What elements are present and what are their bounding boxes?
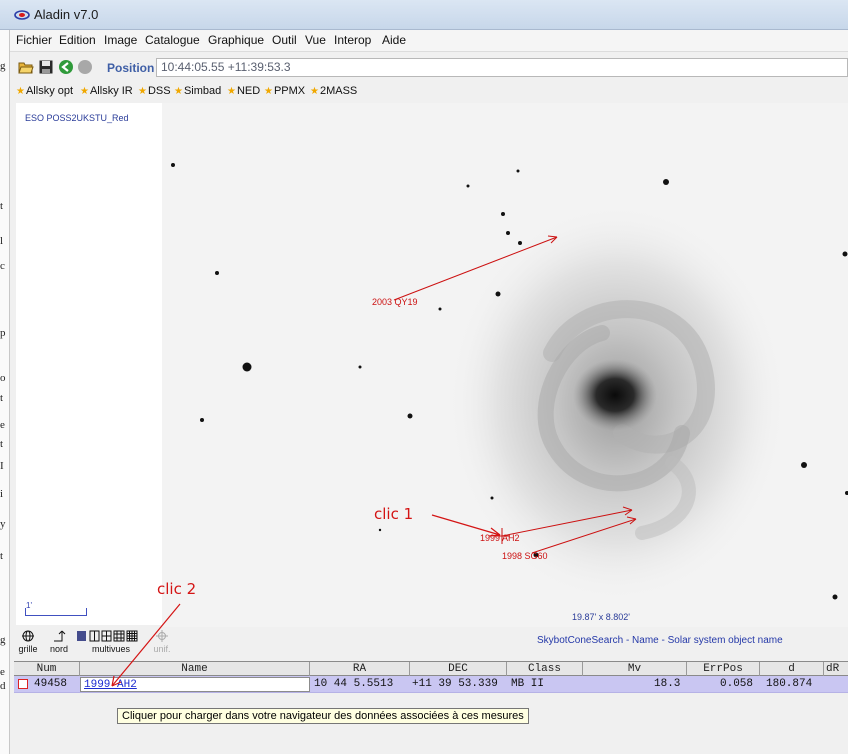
menu-vue[interactable]: Vue	[305, 33, 326, 47]
north-button[interactable]: nord	[46, 630, 72, 654]
back-arrow-icon[interactable]	[58, 59, 74, 75]
north-arrow-icon	[54, 630, 66, 642]
menu-interop[interactable]: Interop	[334, 33, 371, 47]
background-char: t	[0, 392, 4, 404]
name-link[interactable]: 1999 AH2	[84, 678, 137, 692]
menu-aide[interactable]: Aide	[382, 33, 406, 47]
tooltip: Cliquer pour charger dans votre navigate…	[117, 708, 529, 724]
scale-bar	[25, 608, 87, 616]
crosshair-icon	[156, 630, 168, 642]
grid-icon	[22, 630, 34, 642]
background-char: d	[0, 680, 6, 692]
star-icon: ★	[310, 86, 319, 97]
star-icon: ★	[138, 86, 147, 97]
background-char: o	[0, 372, 6, 384]
col-errpos[interactable]: ErrPos	[687, 662, 760, 676]
table-header: Num Name RA DEC Class Mv ErrPos d dR	[14, 661, 848, 676]
background-char: c	[0, 260, 5, 272]
title-bar: Aladin v7.0	[0, 0, 848, 30]
aladin-window: Aladin v7.0 gtlcpotetIiytged Fichier Edi…	[0, 0, 848, 754]
menu-graphique[interactable]: Graphique	[208, 33, 264, 47]
menu-fichier[interactable]: Fichier	[16, 33, 52, 47]
star-icon: ★	[174, 86, 183, 97]
background-char: e	[0, 419, 5, 431]
background-char: t	[0, 200, 4, 212]
background-char: I	[0, 460, 4, 472]
star-icon: ★	[264, 86, 273, 97]
col-ra[interactable]: RA	[310, 662, 410, 676]
survey-ned[interactable]: ★NED	[227, 85, 260, 97]
survey-2mass[interactable]: ★2MASS	[310, 85, 357, 97]
status-message: SkybotConeSearch - Name - Solar system o…	[537, 635, 783, 646]
background-char: l	[0, 235, 4, 247]
annotation-clic1: clic 1	[374, 505, 413, 523]
cell-dec: +11 39 53.339	[412, 678, 498, 690]
col-dec[interactable]: DEC	[410, 662, 507, 676]
star-icon: ★	[80, 86, 89, 97]
col-dr[interactable]: dR	[824, 662, 848, 676]
background-char: t	[0, 550, 4, 562]
survey-simbad[interactable]: ★Simbad	[174, 85, 221, 97]
aladin-logo-icon	[14, 10, 30, 20]
cell-ra: 10 44 5.5513	[314, 678, 394, 690]
cell-d: 180.874	[766, 678, 813, 690]
survey-ppmx[interactable]: ★PPMX	[264, 85, 305, 97]
menu-catalogue[interactable]: Catalogue	[145, 33, 200, 47]
cell-class: MB II	[511, 678, 545, 690]
menu-edition[interactable]: Edition	[59, 33, 96, 47]
background-char: p	[0, 327, 6, 339]
survey-dss[interactable]: ★DSS	[138, 85, 171, 97]
background-char: g	[0, 634, 6, 646]
background-window-strip: gtlcpotetIiytged	[0, 30, 10, 754]
background-char: t	[0, 438, 4, 450]
col-class[interactable]: Class	[507, 662, 583, 676]
survey-bar: ★Allsky opt ★Allsky IR ★DSS ★Simbad ★NED…	[10, 83, 848, 101]
save-icon[interactable]	[38, 59, 54, 75]
open-folder-icon[interactable]	[18, 59, 34, 75]
toolbar: Position 10:44:05.55 +11:39:53.3	[10, 53, 848, 81]
background-char: y	[0, 518, 6, 530]
table-row[interactable]: 49458 1999 AH2 10 44 5.5513 +11 39 53.33…	[14, 676, 848, 693]
menu-outil[interactable]: Outil	[272, 33, 297, 47]
stop-icon[interactable]	[77, 59, 93, 75]
star-icon: ★	[16, 86, 25, 97]
menu-image[interactable]: Image	[104, 33, 137, 47]
main-frame: Fichier Edition Image Catalogue Graphiqu…	[10, 30, 848, 754]
cell-mv: 18.3	[654, 678, 681, 690]
multiview-icon	[77, 630, 138, 642]
position-input[interactable]: 10:44:05.55 +11:39:53.3	[156, 58, 848, 77]
plane-stack-panel[interactable]: ESO POSS2UKSTU_Red 1'	[16, 103, 162, 625]
survey-allsky-ir[interactable]: ★Allsky IR	[80, 85, 133, 97]
image-view[interactable]: 2003 QY19 1999 AH2 1998 SG60 clic 1 19.8…	[162, 103, 848, 627]
col-mv[interactable]: Mv	[583, 662, 687, 676]
background-char: e	[0, 666, 5, 678]
grid-button[interactable]: grille	[14, 630, 42, 654]
annotation-clic2: clic 2	[157, 580, 197, 598]
menu-bar: Fichier Edition Image Catalogue Graphiqu…	[10, 30, 848, 52]
position-label: Position	[107, 61, 155, 75]
cell-errpos: 0.058	[720, 678, 754, 690]
window-title: Aladin v7.0	[34, 7, 99, 22]
col-num[interactable]: Num	[14, 662, 80, 676]
survey-allsky-opt[interactable]: ★Allsky opt	[16, 85, 73, 97]
lower-toolbar: grille nord multivues unif. SkybotConeSe…	[10, 628, 848, 658]
fov-label: 19.87' x 8.802'	[572, 612, 630, 622]
row-select-checkbox[interactable]	[18, 679, 28, 689]
background-char: g	[0, 60, 6, 72]
cell-num: 49458	[34, 678, 68, 690]
galaxy-core	[573, 359, 657, 431]
unif-button[interactable]: unif.	[150, 630, 174, 654]
label-2003qy19[interactable]: 2003 QY19	[372, 297, 418, 307]
label-1998sg60[interactable]: 1998 SG60	[502, 551, 548, 561]
background-char: i	[0, 488, 4, 500]
star-icon: ★	[227, 86, 236, 97]
multiview-button[interactable]: multivues	[74, 630, 148, 654]
plane-label[interactable]: ESO POSS2UKSTU_Red	[25, 113, 129, 123]
sky-image[interactable]: 2003 QY19 1999 AH2 1998 SG60 clic 1	[162, 103, 848, 627]
col-name[interactable]: Name	[80, 662, 310, 676]
cell-name[interactable]: 1999 AH2	[80, 677, 310, 692]
col-d[interactable]: d	[760, 662, 824, 676]
